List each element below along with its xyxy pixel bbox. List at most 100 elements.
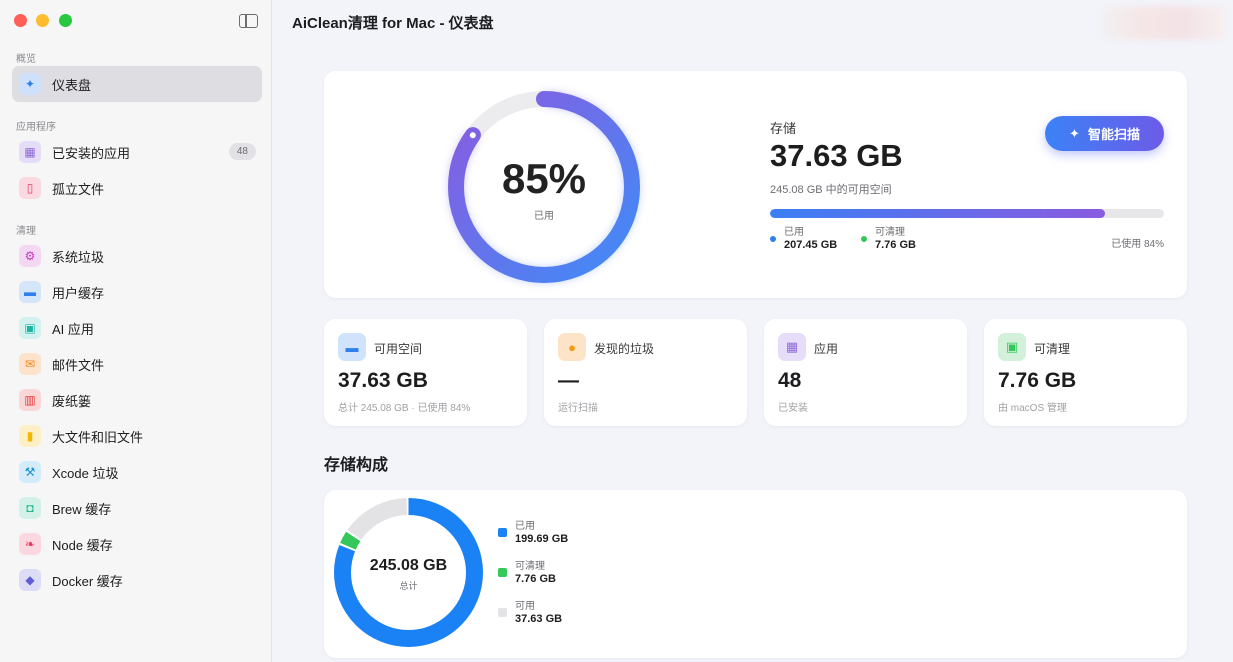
composition-total-label: 总计 xyxy=(399,581,418,591)
stat-note: 运行扫描 xyxy=(558,403,598,414)
sidebar-item-label: 系统垃圾 xyxy=(52,249,105,265)
stat-title: 应用 xyxy=(814,342,839,356)
storage-value: 37.63 GB xyxy=(770,138,903,173)
stat-title: 发现的垃圾 xyxy=(594,342,655,356)
smart-scan-label: 智能扫描 xyxy=(1087,127,1140,142)
sparkle-icon: ✦ xyxy=(1069,125,1080,141)
free-swatch xyxy=(498,608,507,617)
close-window-button[interactable] xyxy=(14,14,27,27)
leaf-icon: ❧ xyxy=(19,533,41,555)
sidebar-item-label: 大文件和旧文件 xyxy=(52,429,144,445)
sidebar-item-system-junk[interactable]: ⚙ 系统垃圾 xyxy=(12,238,262,274)
stat-note: 由 macOS 管理 xyxy=(998,403,1067,414)
sidebar-item-dashboard[interactable]: ✦ 仪表盘 xyxy=(12,66,262,102)
legend-cleanable-label: 可清理 xyxy=(875,227,905,238)
sidebar-item-large-old-files[interactable]: ▮ 大文件和旧文件 xyxy=(12,418,262,454)
legend-value: 37.63 GB xyxy=(515,613,563,625)
main-content: AiClean清理 for Mac - 仪表盘 85% 已用 存储 37.63 … xyxy=(273,0,1233,662)
sidebar-item-orphan-files[interactable]: ▯ 孤立文件 xyxy=(12,170,262,206)
storage-label: 存储 xyxy=(770,121,797,136)
cleanable-dot xyxy=(861,236,867,242)
orphan-file-icon: ▯ xyxy=(19,177,41,199)
document-icon: ▮ xyxy=(19,425,41,447)
chip-icon: ▣ xyxy=(19,317,41,339)
legend-cleanable: 可清理 7.76 GB xyxy=(861,226,916,252)
usage-percent-label: 已用 xyxy=(534,211,554,222)
legend-label: 可用 xyxy=(515,601,535,612)
smart-scan-button[interactable]: ✦ 智能扫描 xyxy=(1045,116,1164,151)
sidebar-item-ai-apps[interactable]: ▣ AI 应用 xyxy=(12,310,262,346)
sidebar-item-installed-apps[interactable]: ▦ 已安装的应用 48 xyxy=(12,134,262,170)
sidebar-item-label: 仪表盘 xyxy=(52,77,92,93)
hammer-icon: ⚒ xyxy=(19,461,41,483)
stat-card-free-space[interactable]: ▬ 可用空间 37.63 GB 总计 245.08 GB · 已使用 84% xyxy=(324,319,527,426)
stat-note: 已安装 xyxy=(778,403,808,414)
legend-label: 可清理 xyxy=(515,561,545,572)
stat-title: 可清理 xyxy=(1034,342,1071,356)
composition-legend-used: 已用 199.69 GB xyxy=(498,520,569,546)
storage-composition-card: 245.08 GB 总计 已用 199.69 GB 可清理 7.76 GB 可用… xyxy=(324,490,1187,658)
chip-icon: ▣ xyxy=(998,333,1026,361)
sidebar-item-user-cache[interactable]: ▬ 用户缓存 xyxy=(12,274,262,310)
sidebar-item-label: 用户缓存 xyxy=(52,285,105,301)
stat-value: 7.76 GB xyxy=(998,369,1077,392)
usage-percent: 85% xyxy=(501,155,587,202)
apps-count-badge: 48 xyxy=(228,143,256,160)
sidebar-item-label: 废纸篓 xyxy=(52,393,92,409)
stat-card-cleanable[interactable]: ▣ 可清理 7.76 GB 由 macOS 管理 xyxy=(984,319,1187,426)
sidebar-item-label: 孤立文件 xyxy=(52,181,105,197)
legend-value: 199.69 GB xyxy=(515,533,569,545)
sidebar-toggle-icon[interactable] xyxy=(239,14,258,28)
storage-bar-fill xyxy=(770,209,1105,218)
sidebar-item-xcode-junk[interactable]: ⚒ Xcode 垃圾 xyxy=(12,454,262,490)
minimize-window-button[interactable] xyxy=(36,14,49,27)
composition-legend-free: 可用 37.63 GB xyxy=(498,600,563,626)
zoom-window-button[interactable] xyxy=(59,14,72,27)
drive-icon: ▬ xyxy=(19,281,41,303)
section-clean: 清理 xyxy=(16,226,36,237)
sidebar-item-brew-cache[interactable]: ◘ Brew 缓存 xyxy=(12,490,262,526)
composition-title: 存储构成 xyxy=(324,457,389,474)
used-percent-text: 已使用 84% xyxy=(1111,239,1164,250)
sidebar-item-label: Node 缓存 xyxy=(52,537,113,553)
sidebar-item-label: Brew 缓存 xyxy=(52,501,112,517)
legend-cleanable-value: 7.76 GB xyxy=(875,239,916,251)
cube-icon: ◆ xyxy=(19,569,41,591)
sidebar-item-node-cache[interactable]: ❧ Node 缓存 xyxy=(12,526,262,562)
trash-icon: ▥ xyxy=(19,389,41,411)
cleanable-swatch xyxy=(498,568,507,577)
legend-value: 7.76 GB xyxy=(515,573,556,585)
ring-endpoint xyxy=(469,132,476,139)
sidebar-item-label: 邮件文件 xyxy=(52,357,105,373)
used-dot xyxy=(770,236,776,242)
window-title: AiClean清理 for Mac - 仪表盘 xyxy=(292,15,494,32)
stat-title: 可用空间 xyxy=(374,342,423,356)
sidebar: 概览 ✦ 仪表盘 应用程序 ▦ 已安装的应用 48 ▯ 孤立文件 清理 ⚙ 系统… xyxy=(0,0,272,662)
section-applications: 应用程序 xyxy=(16,122,56,133)
stat-card-apps[interactable]: ▦ 应用 48 已安装 xyxy=(764,319,967,426)
stat-value: 37.63 GB xyxy=(338,369,428,392)
sidebar-item-label: Xcode 垃圾 xyxy=(52,465,119,481)
sidebar-item-label: AI 应用 xyxy=(52,321,94,337)
sidebar-item-label: Docker 缓存 xyxy=(52,573,123,589)
sidebar-item-label: 已安装的应用 xyxy=(52,145,131,161)
legend-used: 已用 207.45 GB xyxy=(770,226,838,252)
stat-card-junk-found[interactable]: ● 发现的垃圾 — 运行扫描 xyxy=(544,319,747,426)
stat-note: 总计 245.08 GB · 已使用 84% xyxy=(338,403,471,414)
storage-bar xyxy=(770,209,1164,218)
gear-icon: ⚙ xyxy=(19,245,41,267)
storage-overview-card: 85% 已用 存储 37.63 GB 245.08 GB 中的可用空间 ✦ 智能… xyxy=(324,71,1187,298)
sidebar-item-trash[interactable]: ▥ 废纸篓 xyxy=(12,382,262,418)
storage-subtitle: 245.08 GB 中的可用空间 xyxy=(770,184,892,196)
sidebar-item-docker-cache[interactable]: ◆ Docker 缓存 xyxy=(12,562,262,598)
sparkle-icon: ✦ xyxy=(19,73,41,95)
legend-used-value: 207.45 GB xyxy=(784,239,838,251)
coin-icon: ● xyxy=(558,333,586,361)
section-overview: 概览 xyxy=(16,54,36,65)
legend-label: 已用 xyxy=(515,521,535,532)
sidebar-item-mail-files[interactable]: ✉ 邮件文件 xyxy=(12,346,262,382)
mail-icon: ✉ xyxy=(19,353,41,375)
grid-icon: ▦ xyxy=(778,333,806,361)
composition-legend-cleanable: 可清理 7.76 GB xyxy=(498,560,556,586)
mug-icon: ◘ xyxy=(19,497,41,519)
